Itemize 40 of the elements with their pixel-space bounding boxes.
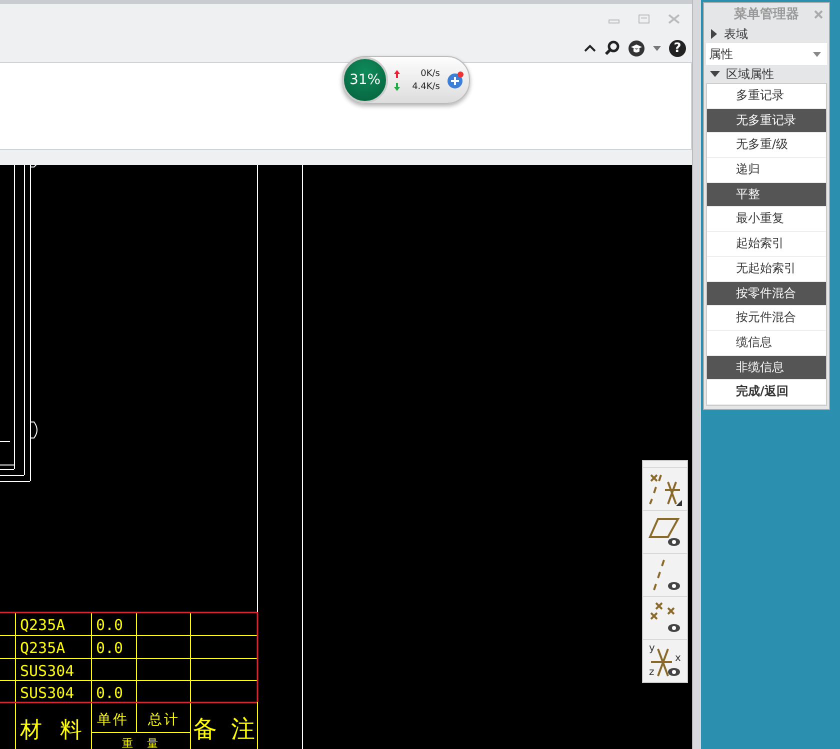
caret-icon: [813, 52, 821, 56]
material-cell: SUS304: [20, 684, 74, 702]
material-cell: SUS304: [20, 662, 74, 680]
menu-item[interactable]: 平整: [707, 182, 826, 208]
weight-header: 重量: [122, 737, 172, 749]
menu-item[interactable]: 完成/返回: [707, 380, 826, 405]
menu-item[interactable]: 起始索引: [707, 232, 826, 257]
total-header: 总计: [148, 712, 180, 728]
usage-gauge: 31%: [342, 57, 388, 103]
down-arrow-icon: [394, 82, 400, 90]
material-cell: Q235A: [20, 616, 66, 634]
menu-item[interactable]: 按零件混合: [707, 282, 826, 306]
menu-item[interactable]: 无多重/级: [707, 133, 826, 158]
remarks-header: 备注: [193, 715, 269, 743]
section-header[interactable]: 表域: [706, 25, 827, 43]
datum-display-icon: [648, 472, 682, 506]
menu-item[interactable]: 非缆信息: [707, 356, 826, 380]
triangle-right-icon: [710, 29, 718, 39]
unit-weight-cell: 0.0: [96, 684, 124, 702]
caret-icon[interactable]: [653, 46, 661, 50]
triangle-down-icon: [710, 70, 720, 78]
menu-item[interactable]: 最小重复: [707, 207, 826, 232]
up-arrow-icon: [394, 70, 400, 78]
dropdown[interactable]: 属性: [706, 43, 827, 65]
upload-speed: 0K/s: [420, 68, 440, 78]
menu-item[interactable]: 按元件混合: [707, 306, 826, 331]
download-speed: 4.4K/s: [412, 82, 440, 92]
graduation-cap-icon[interactable]: [628, 40, 645, 56]
menu-item[interactable]: 无多重记录: [707, 108, 826, 134]
search-icon[interactable]: [604, 40, 620, 56]
plane-icon: [648, 515, 682, 549]
panel-title: 菜单管理器: [734, 6, 799, 23]
help-button[interactable]: ?: [669, 40, 686, 56]
section-header[interactable]: 区域属性: [706, 65, 827, 83]
unit-weight-cell: 0.0: [96, 639, 124, 657]
chevron-up-icon[interactable]: [584, 44, 596, 52]
material-cell: Q235A: [20, 639, 66, 657]
plus-icon[interactable]: [446, 71, 464, 89]
unit-weight-cell: 0.0: [96, 616, 124, 634]
point-icon: [648, 601, 682, 635]
